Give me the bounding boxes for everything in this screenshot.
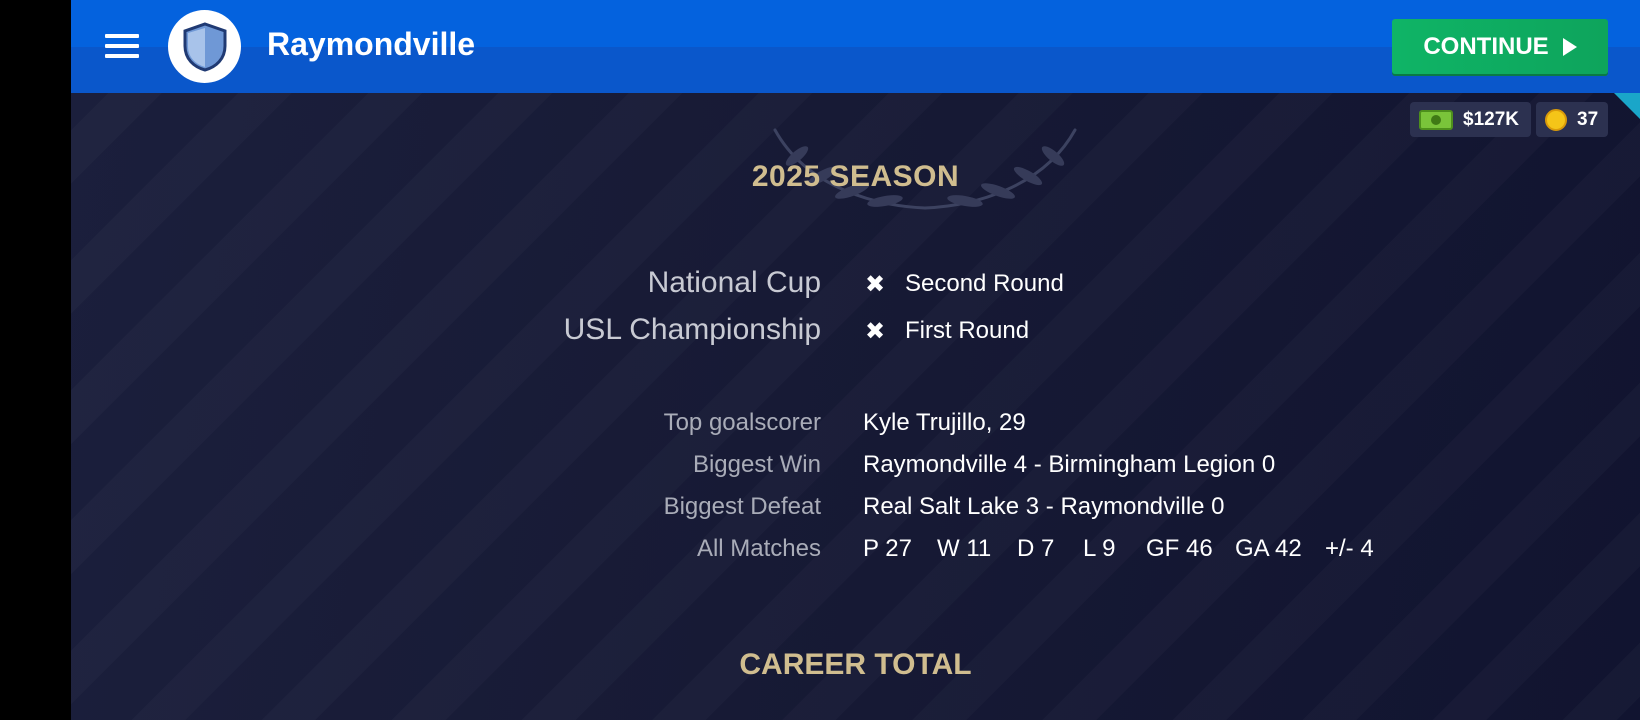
- x-icon: ✖: [865, 318, 886, 345]
- competition-name: USL Championship: [563, 313, 821, 346]
- shield-crest-icon: [183, 21, 226, 72]
- club-crest[interactable]: [168, 10, 241, 83]
- matches-played: P 27: [863, 535, 912, 562]
- goal-difference: +/- 4: [1325, 535, 1374, 562]
- hamburger-menu-icon[interactable]: [105, 34, 139, 60]
- biggest-win-value: Raymondville 4 - Birmingham Legion 0: [863, 451, 1276, 478]
- corner-accent: [1614, 93, 1640, 119]
- top-goalscorer-value: Kyle Trujillo, 29: [863, 409, 1026, 436]
- season-title: 2025 SEASON: [751, 160, 960, 193]
- goals-for: GF 46: [1146, 535, 1213, 562]
- biggest-defeat-label: Biggest Defeat: [663, 493, 821, 520]
- money-badge[interactable]: $127K: [1410, 102, 1531, 137]
- biggest-defeat-value: Real Salt Lake 3 - Raymondville 0: [863, 493, 1225, 520]
- goals-against: GA 42: [1235, 535, 1302, 562]
- matches-won: W 11: [937, 535, 992, 562]
- money-amount: $127K: [1463, 108, 1519, 130]
- continue-button[interactable]: CONTINUE: [1392, 19, 1608, 74]
- career-total-title: CAREER TOTAL: [739, 648, 972, 681]
- coins-amount: 37: [1577, 108, 1599, 130]
- coin-icon: [1545, 108, 1567, 131]
- matches-lost: L 9: [1083, 535, 1116, 562]
- x-icon: ✖: [865, 271, 886, 298]
- biggest-win-label: Biggest Win: [692, 451, 821, 478]
- all-matches-label: All Matches: [696, 535, 821, 562]
- matches-drawn: D 7: [1017, 535, 1055, 562]
- play-arrow-icon: [1562, 37, 1577, 56]
- competition-result: Second Round: [905, 270, 1064, 297]
- coins-badge[interactable]: 37: [1536, 102, 1608, 137]
- continue-label: CONTINUE: [1423, 32, 1549, 60]
- competition-name: National Cup: [647, 266, 821, 299]
- club-name: Raymondville: [267, 26, 476, 62]
- top-goalscorer-label: Top goalscorer: [663, 409, 821, 436]
- app-screen: Raymondville CONTINUE $127K 37 2025 SEAS…: [71, 0, 1640, 720]
- competition-result: First Round: [905, 317, 1030, 344]
- cash-icon: [1419, 109, 1453, 130]
- top-bar: Raymondville CONTINUE: [71, 0, 1640, 93]
